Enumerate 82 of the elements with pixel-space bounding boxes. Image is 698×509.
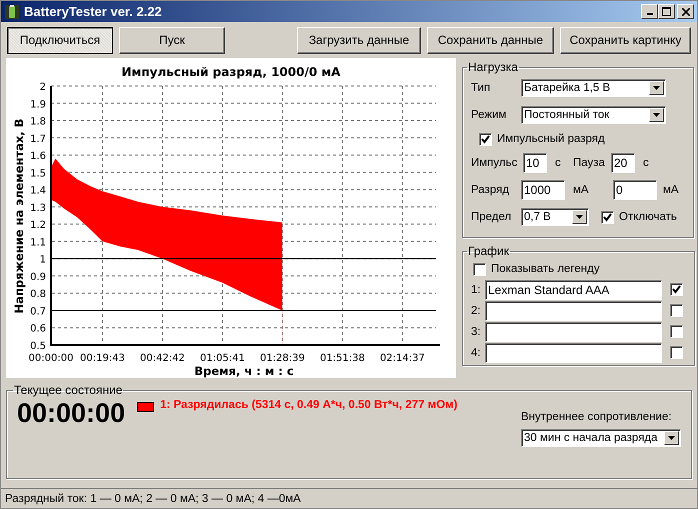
y-axis-title: Напряжение на элементах, В — [12, 118, 26, 314]
close-icon — [682, 8, 690, 16]
x-tick-label: 00:42:42 — [140, 353, 185, 364]
y-tick-label: 1.5 — [30, 168, 46, 180]
y-tick-label: 1 — [40, 254, 46, 266]
group-title: Текущее состояние — [13, 383, 124, 397]
y-tick-label: 0.5 — [30, 341, 46, 352]
y-tick-label: 1.4 — [30, 186, 46, 197]
x-tick-label: 01:05:41 — [200, 353, 245, 364]
timer: 00:00:00 — [17, 398, 126, 429]
toolbar-button[interactable]: Пуск — [119, 26, 225, 54]
slot-number: 4: — [471, 346, 482, 358]
checkbox[interactable] — [670, 283, 683, 296]
x-axis-title: Время, ч : м : с — [194, 364, 294, 378]
slot-number: 3: — [471, 326, 482, 338]
y-tick-label: 1.3 — [30, 202, 46, 214]
toolbar-button[interactable]: Подключиться — [7, 26, 113, 54]
checkbox-label: Отключать — [619, 211, 677, 223]
maximize-icon — [662, 7, 671, 16]
y-tick-label: 0.8 — [30, 289, 46, 300]
unit-label: мА — [662, 184, 679, 196]
checkbox[interactable] — [601, 210, 614, 224]
pause-field[interactable]: 20 — [611, 153, 635, 173]
pause-current-field[interactable]: 0 — [613, 180, 657, 200]
y-tick-label: 1.6 — [30, 151, 46, 162]
unit-label: с — [554, 157, 562, 169]
group-title: График — [467, 244, 510, 258]
y-tick-label: 1.8 — [30, 116, 46, 128]
series-name-field[interactable] — [485, 342, 662, 362]
x-tick-label: 01:51:38 — [320, 353, 365, 364]
battery-icon — [4, 4, 20, 20]
type-label: Тип — [471, 82, 492, 94]
discharge-field[interactable]: 1000 — [521, 180, 565, 200]
y-tick-label: 0.7 — [30, 306, 46, 318]
type-dropdown[interactable]: Батарейка 1,5 В — [521, 79, 666, 97]
resistance-dropdown[interactable]: 30 мин с начала разряда — [521, 429, 681, 447]
y-tick-label: 0.6 — [30, 324, 46, 335]
mode-dropdown[interactable]: Постоянный ток — [521, 106, 666, 124]
y-tick-label: 1.1 — [30, 237, 46, 248]
y-tick-label: 0.9 — [30, 272, 46, 283]
pulse-label: Импульс — [471, 157, 518, 169]
checkbox[interactable] — [479, 132, 492, 146]
checkbox[interactable] — [670, 325, 683, 338]
limit-dropdown[interactable]: 0,7 В — [521, 208, 589, 226]
checkbox-label: Импульсный разряд — [497, 133, 605, 145]
checkbox[interactable] — [670, 346, 683, 359]
chart-title: Импульсный разряд, 1000/0 мА — [122, 65, 340, 79]
close-button[interactable] — [677, 4, 694, 19]
checkbox[interactable] — [670, 304, 683, 317]
window-title: BatteryTester ver. 2.22 — [24, 4, 163, 19]
y-tick-label: 1.9 — [30, 99, 46, 110]
x-tick-label: 02:14:37 — [380, 353, 425, 364]
toolbar-button[interactable]: Сохранить данные — [427, 26, 554, 54]
maximize-button[interactable] — [658, 4, 675, 19]
pulse-field[interactable]: 10 — [523, 153, 547, 173]
series-name-field[interactable] — [485, 322, 662, 342]
x-tick-label: 00:00:00 — [28, 353, 74, 364]
discharge-label: Разряд — [471, 184, 510, 196]
checkbox[interactable] — [473, 262, 486, 276]
unit-label: с — [642, 157, 650, 169]
unit-label: мА — [572, 184, 590, 196]
series-name-field[interactable]: Lexman Standard AAA — [485, 280, 662, 300]
y-tick-label: 2 — [40, 82, 46, 93]
y-tick-label: 1.2 — [30, 220, 46, 232]
y-tick-label: 1.7 — [30, 134, 46, 145]
series-name-field[interactable] — [485, 300, 662, 320]
group-title: Нагрузка — [467, 60, 519, 74]
mode-label: Режим — [471, 109, 508, 121]
x-tick-label: 00:19:43 — [80, 353, 125, 364]
minimize-icon — [646, 13, 652, 15]
checkbox-label: Показывать легенду — [491, 263, 600, 275]
resistance-label: Внутреннее сопротивление: — [521, 411, 673, 423]
slot-number: 2: — [471, 304, 482, 316]
minimize-button[interactable] — [641, 4, 658, 19]
pause-label: Пауза — [573, 157, 606, 169]
slot-number: 1: — [471, 284, 482, 296]
toolbar-button[interactable]: Загрузить данные — [297, 26, 421, 54]
status-bar: Разрядный ток: 1 — 0 мА; 2 — 0 мА; 3 — 0 мА; 4 —0мА — [1, 488, 697, 508]
x-tick-label: 01:28:39 — [260, 353, 305, 364]
limit-label: Предел — [471, 211, 512, 223]
result-text: 1: Разрядилась (5314 с, 0.49 А*ч, 0.50 Вт*ч, 277 мОм) — [160, 399, 458, 411]
toolbar-button[interactable]: Сохранить картинку — [560, 26, 691, 54]
